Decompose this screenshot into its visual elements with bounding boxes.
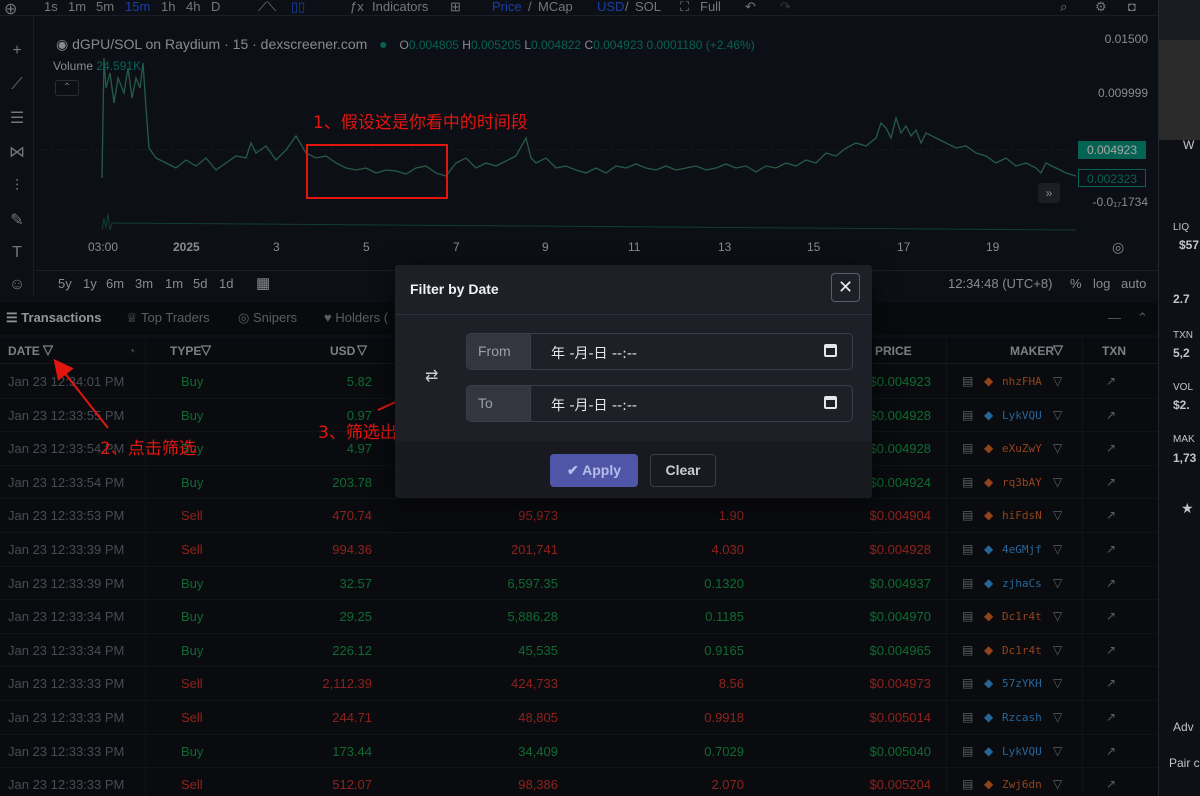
apply-button[interactable]: ✔ Apply [550, 454, 638, 487]
from-label: From [467, 334, 531, 369]
calendar-icon[interactable] [824, 344, 837, 357]
panel-label: MAK [1173, 434, 1195, 445]
to-date-value[interactable]: 年 -月-日 --:-- [551, 395, 637, 415]
token-banner-image [1159, 40, 1200, 140]
close-icon: ✕ [837, 277, 854, 297]
panel-value: 5,2 [1173, 346, 1190, 360]
clear-button[interactable]: Clear [650, 454, 716, 487]
panel-label: LIQ [1173, 222, 1190, 233]
filter-by-date-modal: Filter by Date ✕ ⇄ From 年 -月-日 --:-- To … [395, 265, 872, 498]
panel-link[interactable]: Adv [1173, 720, 1194, 734]
panel-label: Pair c [1169, 756, 1200, 770]
calendar-icon[interactable] [824, 396, 837, 409]
panel-value: 1,73 [1173, 451, 1197, 465]
close-button[interactable]: ✕ [831, 273, 860, 302]
arrow-to-date-filter [53, 358, 109, 429]
token-info-panel: W LIQ $57 2.7 TXN 5,2 VOL $2. MAK 1,73 ★… [1158, 0, 1200, 796]
modal-footer: ✔ Apply Clear [395, 441, 872, 498]
panel-value: $57 [1179, 238, 1200, 252]
panel-value: $2. [1173, 398, 1190, 412]
panel-label: TXN [1173, 330, 1193, 341]
to-date-field[interactable]: To 年 -月-日 --:-- [466, 385, 853, 422]
from-date-field[interactable]: From 年 -月-日 --:-- [466, 333, 853, 370]
modal-divider [395, 314, 872, 315]
panel-value: 2.7 [1173, 292, 1190, 306]
check-icon: ✔ [567, 462, 583, 478]
swap-icon[interactable]: ⇄ [425, 366, 438, 386]
from-date-value[interactable]: 年 -月-日 --:-- [551, 343, 637, 363]
to-label: To [467, 386, 531, 421]
panel-header [1159, 0, 1200, 40]
modal-title: Filter by Date [410, 281, 499, 297]
apply-label: Apply [582, 462, 621, 478]
panel-label: VOL [1173, 382, 1194, 393]
star-icon[interactable]: ★ [1181, 500, 1194, 517]
panel-label: W [1183, 138, 1195, 152]
